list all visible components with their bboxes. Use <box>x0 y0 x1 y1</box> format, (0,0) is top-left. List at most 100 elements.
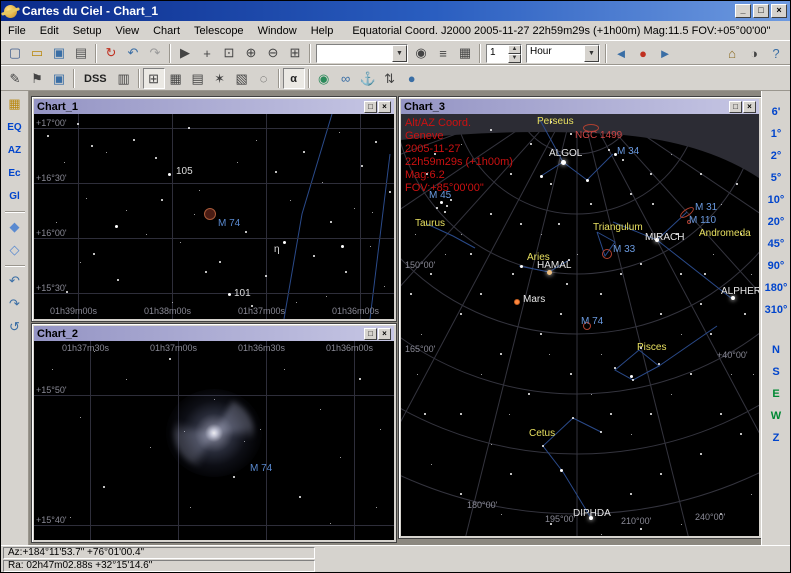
combo-object-search[interactable]: ▼ <box>316 44 408 63</box>
background-image-icon[interactable]: ▥ <box>113 68 135 89</box>
sky-label: DIPHDA <box>573 508 611 519</box>
time-now-icon[interactable]: ● <box>632 43 654 64</box>
star <box>180 242 181 243</box>
chart3-close-button[interactable]: × <box>743 101 756 113</box>
menu-telescope[interactable]: Telescope <box>187 23 251 39</box>
grid-numbers-icon[interactable]: ▤ <box>187 68 209 89</box>
save-file-icon[interactable]: ▣ <box>48 43 70 64</box>
time-forward-icon[interactable]: ► <box>654 43 676 64</box>
coord-eq-button[interactable]: EQ <box>3 116 27 138</box>
anchor-position-icon[interactable]: ⚓ <box>357 68 379 89</box>
star <box>194 214 195 215</box>
new-chart-icon[interactable]: ▢ <box>4 43 26 64</box>
fov-button-5[interactable]: 10° <box>762 189 790 211</box>
fov-button-8[interactable]: 90° <box>762 255 790 277</box>
direction-w-button[interactable]: W <box>762 405 790 427</box>
spinner-down-icon[interactable]: ▼ <box>508 54 521 63</box>
menu-chart[interactable]: Chart <box>146 23 187 39</box>
chart1-close-button[interactable]: × <box>378 101 391 113</box>
observatory-icon[interactable]: ⌂ <box>721 43 743 64</box>
object-list-icon[interactable]: ≡ <box>432 43 454 64</box>
star <box>671 154 672 155</box>
help-icon[interactable]: ? <box>765 43 787 64</box>
menu-view[interactable]: View <box>108 23 146 39</box>
menu-window[interactable]: Window <box>251 23 304 39</box>
spinner-time-step[interactable]: 1▲▼ <box>486 44 522 63</box>
chart2-canvas[interactable]: 01h37m30s01h37m00s01h36m30s01h36m00s+15°… <box>34 341 394 540</box>
link-charts-icon[interactable]: ∞ <box>335 68 357 89</box>
copy-image-icon[interactable]: ▣ <box>48 68 70 89</box>
spinner-up-icon[interactable]: ▲ <box>508 45 521 54</box>
coord-ecliptic-button[interactable]: Ec <box>3 162 27 184</box>
open-file-icon[interactable]: ▭ <box>26 43 48 64</box>
chart3-canvas[interactable]: PerseusNGC 1499ALGOLM 34M 45TaurusTriang… <box>401 114 759 536</box>
fov-button-4[interactable]: 5° <box>762 167 790 189</box>
fov-button-1[interactable]: 6' <box>762 101 790 123</box>
select-tool-icon[interactable]: ▶ <box>174 43 196 64</box>
menu-setup[interactable]: Setup <box>66 23 109 39</box>
menu-help[interactable]: Help <box>304 23 341 39</box>
chart-overview-icon[interactable]: ▦ <box>3 93 27 115</box>
constellation-figures-icon[interactable]: ✶ <box>209 68 231 89</box>
zoom-in-icon[interactable]: ⊕ <box>240 43 262 64</box>
maximize-button[interactable]: □ <box>753 4 769 18</box>
chart2-titlebar[interactable]: Chart_2 □ × <box>34 326 394 341</box>
chart3-titlebar[interactable]: Chart_3 □ × <box>401 99 759 114</box>
night-vision-icon[interactable]: ◑ <box>743 43 765 64</box>
center-cursor-icon[interactable]: ● <box>401 68 423 89</box>
flip-vertical-icon[interactable]: ⇅ <box>379 68 401 89</box>
print-chart-icon[interactable]: ▤ <box>70 43 92 64</box>
dss-image-button[interactable]: DSS <box>78 68 113 89</box>
earth-globe-icon[interactable]: ◉ <box>313 68 335 89</box>
nebulae-display-icon[interactable]: ◌ <box>253 68 275 89</box>
close-button[interactable]: × <box>771 4 787 18</box>
rotate-right-icon[interactable]: ↷ <box>3 293 27 315</box>
undo-icon[interactable]: ↶ <box>122 43 144 64</box>
chart1-canvas[interactable]: 105M 74η101+17°00'+16°30'+16°00'+15°30'0… <box>34 114 394 319</box>
direction-s-button[interactable]: S <box>762 361 790 383</box>
orient-zenith-icon[interactable]: ◇ <box>3 239 27 261</box>
direction-e-button[interactable]: E <box>762 383 790 405</box>
pan-tool-icon[interactable]: + <box>196 43 218 64</box>
constellation-bounds-icon[interactable]: ▧ <box>231 68 253 89</box>
orient-north-icon[interactable]: ◆ <box>3 216 27 238</box>
time-backward-icon[interactable]: ◄ <box>610 43 632 64</box>
fov-button-3[interactable]: 2° <box>762 145 790 167</box>
chart1-titlebar[interactable]: Chart_1 □ × <box>34 99 394 114</box>
coord-galactic-button[interactable]: Gl <box>3 185 27 207</box>
search-object-icon[interactable]: ◉ <box>410 43 432 64</box>
rotate-left-icon[interactable]: ↶ <box>3 270 27 292</box>
chevron-down-icon[interactable]: ▼ <box>392 45 407 62</box>
fov-button-6[interactable]: 20° <box>762 211 790 233</box>
zoom-out-icon[interactable]: ⊖ <box>262 43 284 64</box>
chart3-maximize-button[interactable]: □ <box>729 101 742 113</box>
fov-button-10[interactable]: 310° <box>762 299 790 321</box>
fov-button-2[interactable]: 1° <box>762 123 790 145</box>
fov-button-9[interactable]: 180° <box>762 277 790 299</box>
reset-orientation-icon[interactable]: ↺ <box>3 316 27 338</box>
redo-icon[interactable]: ↷ <box>144 43 166 64</box>
label-flag-icon[interactable]: ⚑ <box>26 68 48 89</box>
chart2-close-button[interactable]: × <box>378 328 391 340</box>
fov-button-7[interactable]: 45° <box>762 233 790 255</box>
title-bar[interactable]: Cartes du Ciel - Chart_1 _ □ × <box>1 1 790 21</box>
menu-file[interactable]: File <box>1 23 33 39</box>
minimize-button[interactable]: _ <box>735 4 751 18</box>
coord-az-button[interactable]: AZ <box>3 139 27 161</box>
greek-labels-button[interactable]: α <box>283 68 305 89</box>
az-grid-icon[interactable]: ▦ <box>165 68 187 89</box>
pencil-tool-icon[interactable]: ✎ <box>4 68 26 89</box>
chevron-down-icon[interactable]: ▼ <box>584 45 599 62</box>
grid-toggle-icon[interactable]: ⊞ <box>284 43 306 64</box>
menu-edit[interactable]: Edit <box>33 23 66 39</box>
refresh-chart-icon[interactable]: ↻ <box>100 43 122 64</box>
direction-z-button[interactable]: Z <box>762 427 790 449</box>
zoom-window-icon[interactable]: ⊡ <box>218 43 240 64</box>
eq-grid-icon[interactable]: ⊞ <box>143 68 165 89</box>
direction-n-button[interactable]: N <box>762 339 790 361</box>
chart3-grid-svg <box>401 114 759 536</box>
ephemeris-icon[interactable]: ▦ <box>454 43 476 64</box>
chart2-maximize-button[interactable]: □ <box>364 328 377 340</box>
combo-time-unit[interactable]: Hour▼ <box>526 44 600 63</box>
chart1-maximize-button[interactable]: □ <box>364 101 377 113</box>
